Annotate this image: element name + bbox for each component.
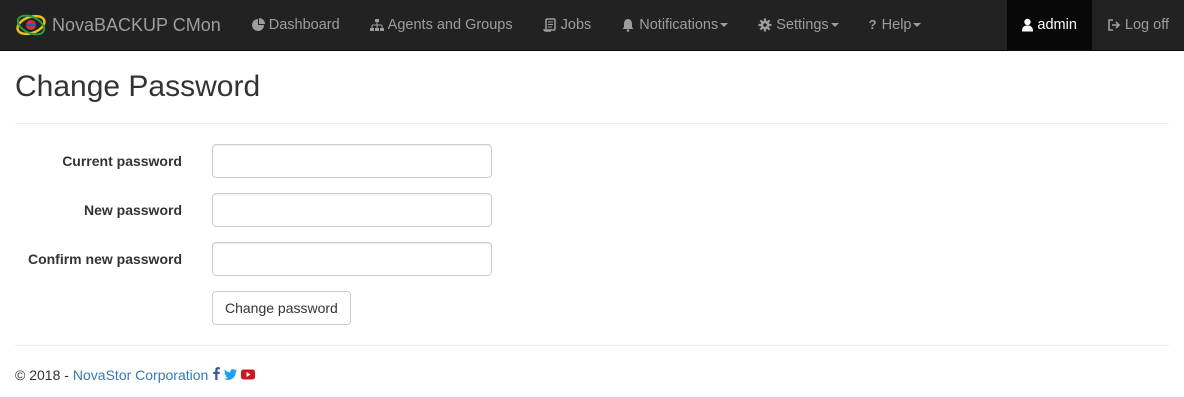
nav-user-admin[interactable]: admin [1007, 0, 1092, 50]
new-password-row: New password [15, 193, 1169, 227]
nav-logoff[interactable]: Log off [1092, 0, 1184, 50]
nav-user-label: admin [1037, 17, 1077, 33]
brand-link[interactable]: NovaBACKUP CMon [0, 0, 236, 50]
user-icon [1022, 18, 1034, 32]
confirm-password-label: Confirm new password [27, 251, 182, 267]
footer-divider [15, 345, 1169, 346]
page-footer: © 2018 - NovaStor Corporation [15, 367, 1169, 383]
nav-logoff-label: Log off [1124, 17, 1169, 33]
nav-help[interactable]: ? Help [854, 0, 937, 50]
current-password-input[interactable] [212, 144, 492, 178]
scroll-icon [542, 18, 557, 32]
submit-row: Change password [15, 291, 1169, 325]
pie-chart-icon [251, 18, 265, 32]
confirm-password-input[interactable] [212, 242, 492, 276]
page-title: Change Password [15, 70, 261, 103]
copyright-text: © 2018 - [15, 367, 69, 383]
title-divider [15, 123, 1169, 124]
nav-help-label: Help [881, 17, 912, 33]
nav-settings[interactable]: Settings [743, 0, 853, 50]
sign-out-icon [1107, 18, 1121, 32]
nav-agents-groups-label: Agents and Groups [387, 17, 513, 33]
nav-settings-label: Settings [776, 17, 829, 33]
bell-icon [621, 18, 635, 32]
nav-agents-groups[interactable]: Agents and Groups [355, 0, 528, 50]
twitter-icon[interactable] [224, 367, 238, 383]
new-password-input[interactable] [212, 193, 492, 227]
nav-notifications[interactable]: Notifications [606, 0, 743, 50]
main-content: Change Password Current password New pas… [15, 51, 1169, 383]
caret-down-icon [913, 23, 922, 27]
gear-icon [758, 18, 772, 32]
new-password-label: New password [83, 202, 182, 218]
novabackup-logo-icon [14, 12, 48, 38]
nav-jobs-label: Jobs [560, 17, 592, 33]
question-icon: ? [868, 17, 877, 32]
caret-down-icon [720, 23, 729, 27]
caret-down-icon [830, 23, 839, 27]
youtube-icon[interactable] [241, 367, 256, 383]
brand-name: NovaBACKUP CMon [52, 14, 221, 35]
nav-dashboard-label: Dashboard [268, 17, 340, 33]
nav-notifications-label: Notifications [639, 17, 719, 33]
change-password-button[interactable]: Change password [212, 291, 351, 325]
top-navbar: NovaBACKUP CMon Dashboard Agents and Gro… [0, 0, 1184, 51]
current-password-row: Current password [15, 144, 1169, 178]
change-password-form: Current password New password Confirm ne… [15, 144, 1169, 325]
navbar-right: admin Log off [1007, 0, 1184, 50]
company-link[interactable]: NovaStor Corporation [73, 367, 208, 383]
current-password-label: Current password [62, 153, 182, 169]
facebook-icon[interactable] [213, 367, 221, 383]
sitemap-icon [369, 18, 384, 32]
confirm-password-row: Confirm new password [15, 242, 1169, 276]
nav-dashboard[interactable]: Dashboard [236, 0, 355, 50]
nav-jobs[interactable]: Jobs [528, 0, 607, 50]
social-links [213, 367, 256, 383]
